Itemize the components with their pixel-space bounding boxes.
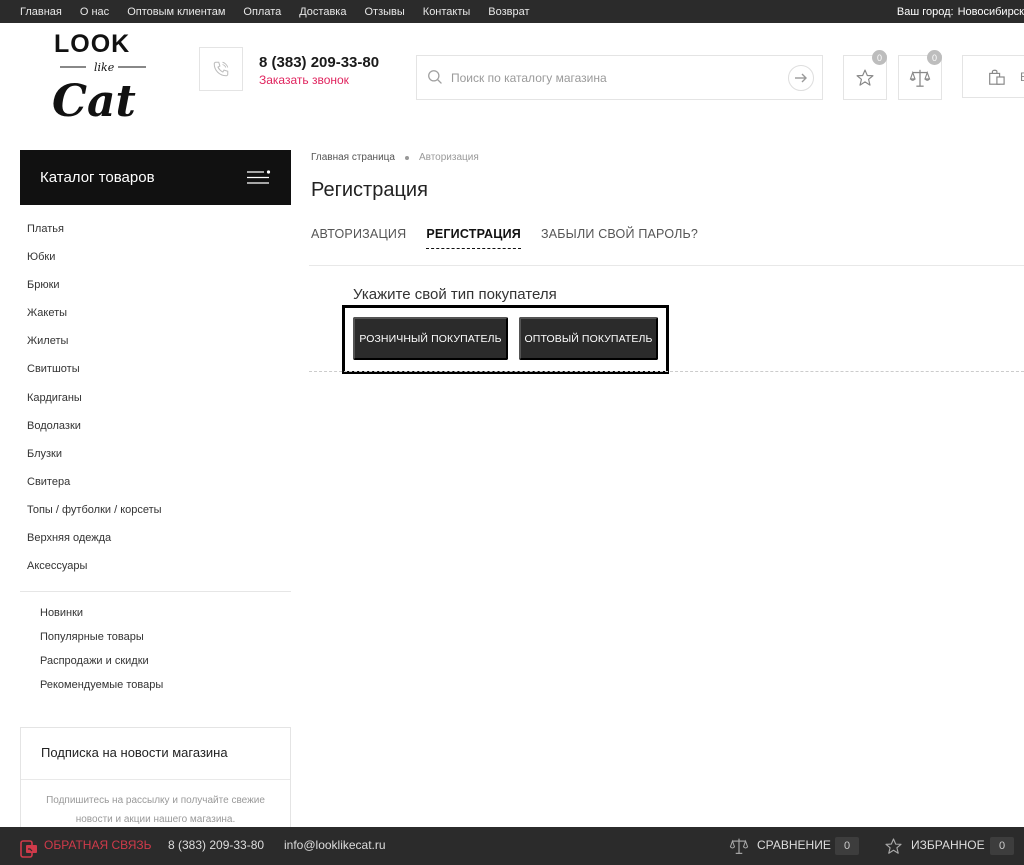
scales-icon <box>909 69 931 87</box>
callback-link[interactable]: Заказать звонок <box>259 73 349 87</box>
extra-link-sale[interactable]: Распродажи и скидки <box>40 653 163 677</box>
phone-icon <box>213 61 229 77</box>
top-nav-delivery[interactable]: Доставка <box>299 6 346 18</box>
buyer-type-label: Укажите свой тип покупателя <box>353 286 557 303</box>
top-bar: Главная О нас Оптовым клиентам Оплата До… <box>0 0 1024 23</box>
subscribe-block: Подписка на новости магазина Подпишитесь… <box>20 727 291 837</box>
category-item-outerwear[interactable]: Верхняя одежда <box>27 529 162 557</box>
shopping-bag-icon <box>989 69 1005 85</box>
compare-badge: 0 <box>927 50 942 65</box>
category-item-trousers[interactable]: Брюки <box>27 276 162 304</box>
category-item-turtlenecks[interactable]: Водолазки <box>27 417 162 445</box>
header-compare-button[interactable]: 0 <box>898 50 942 100</box>
top-nav-payment[interactable]: Оплата <box>243 6 281 18</box>
extra-links-list: Новинки Популярные товары Распродажи и с… <box>40 605 163 701</box>
dashed-divider <box>309 371 1024 372</box>
top-nav-reviews[interactable]: Отзывы <box>364 6 404 18</box>
scales-icon[interactable] <box>729 837 749 855</box>
favorites-badge: 0 <box>872 50 887 65</box>
category-item-sweatshirts[interactable]: Свитшоты <box>27 360 162 388</box>
city-selector[interactable]: Ваш город: Новосибирск <box>897 0 1024 23</box>
city-value[interactable]: Новосибирск <box>958 6 1024 18</box>
header-favorites-button[interactable]: 0 <box>843 50 887 100</box>
menu-icon <box>247 170 271 184</box>
category-item-tops[interactable]: Топы / футболки / корсеты <box>27 501 162 529</box>
tab-forgot-password[interactable]: ЗАБЫЛИ СВОЙ ПАРОЛЬ? <box>541 227 698 249</box>
logo-word-cat: Cat <box>52 76 136 124</box>
city-label: Ваш город: <box>896 5 954 18</box>
auth-tabs: АВТОРИЗАЦИЯ РЕГИСТРАЦИЯ ЗАБЫЛИ СВОЙ ПАРО… <box>311 227 718 249</box>
category-item-jackets[interactable]: Жакеты <box>27 304 162 332</box>
page-title: Регистрация <box>311 179 428 201</box>
search-icon <box>428 70 442 84</box>
breadcrumb-current: Авторизация <box>418 152 479 163</box>
arrow-right-icon <box>795 73 807 83</box>
site-logo[interactable]: LOOK like Cat <box>50 30 158 124</box>
category-item-accessories[interactable]: Аксессуары <box>27 557 162 585</box>
category-item-sweaters[interactable]: Свитера <box>27 473 162 501</box>
category-item-blouses[interactable]: Блузки <box>27 445 162 473</box>
retail-buyer-button[interactable]: РОЗНИЧНЫЙ ПОКУПАТЕЛЬ <box>353 317 508 360</box>
bottom-favorites-count: 0 <box>990 837 1014 855</box>
top-nav-wholesale[interactable]: Оптовым клиентам <box>127 6 225 18</box>
logo-word-like: like <box>94 61 115 74</box>
bottom-bar: ОБРАТНАЯ СВЯЗЬ 8 (383) 209-33-80 info@lo… <box>0 827 1024 865</box>
search-submit-button[interactable] <box>788 65 814 91</box>
star-icon <box>856 69 874 86</box>
bottom-email[interactable]: info@looklikecat.ru <box>284 838 386 852</box>
catalog-menu-button[interactable]: Каталог товаров <box>20 150 291 205</box>
bottom-compare-label[interactable]: СРАВНЕНИЕ <box>757 838 831 852</box>
header-cart-button[interactable]: В <box>962 55 1024 98</box>
top-nav-contacts[interactable]: Контакты <box>423 6 471 18</box>
category-item-skirts[interactable]: Юбки <box>27 248 162 276</box>
category-list: Платья Юбки Брюки Жакеты Жилеты Свитшоты… <box>27 220 162 585</box>
feedback-link[interactable]: ОБРАТНАЯ СВЯЗЬ <box>44 838 152 852</box>
cart-label: В <box>1020 70 1024 84</box>
extra-link-new[interactable]: Новинки <box>40 605 163 629</box>
top-nav: Главная О нас Оптовым клиентам Оплата До… <box>11 0 539 23</box>
phone-icon-box[interactable] <box>199 47 243 91</box>
catalog-title: Каталог товаров <box>40 169 155 186</box>
tab-registration[interactable]: РЕГИСТРАЦИЯ <box>426 227 521 249</box>
breadcrumb-home[interactable]: Главная страница <box>311 152 395 163</box>
logo-word-look: LOOK <box>54 30 130 58</box>
feedback-icon[interactable] <box>20 840 38 858</box>
top-nav-home[interactable]: Главная <box>20 6 62 18</box>
category-item-cardigans[interactable]: Кардиганы <box>27 389 162 417</box>
bottom-phone[interactable]: 8 (383) 209-33-80 <box>168 838 264 852</box>
tab-login[interactable]: АВТОРИЗАЦИЯ <box>311 227 406 249</box>
subscribe-description: Подпишитесь на рассылку и получайте свеж… <box>46 795 265 825</box>
extra-link-recommended[interactable]: Рекомендуемые товары <box>40 677 163 701</box>
header-phone[interactable]: 8 (383) 209-33-80 <box>259 54 379 71</box>
category-item-vests[interactable]: Жилеты <box>27 332 162 360</box>
subscribe-divider <box>21 779 290 780</box>
search-input[interactable] <box>451 68 771 88</box>
category-item-dresses[interactable]: Платья <box>27 220 162 248</box>
wholesale-buyer-button[interactable]: ОПТОВЫЙ ПОКУПАТЕЛЬ <box>519 317 658 360</box>
bottom-favorites-label[interactable]: ИЗБРАННОЕ <box>911 838 985 852</box>
tabs-divider <box>309 265 1024 266</box>
subscribe-title: Подписка на новости магазина <box>41 745 228 760</box>
sidebar-divider <box>20 591 291 592</box>
star-icon[interactable] <box>884 837 903 856</box>
search-bar <box>416 55 823 100</box>
extra-link-popular[interactable]: Популярные товары <box>40 629 163 653</box>
breadcrumb: Главная страница Авторизация <box>311 152 479 163</box>
bottom-compare-count: 0 <box>835 837 859 855</box>
top-nav-return[interactable]: Возврат <box>488 6 529 18</box>
top-nav-about[interactable]: О нас <box>80 6 109 18</box>
breadcrumb-separator <box>404 155 409 160</box>
